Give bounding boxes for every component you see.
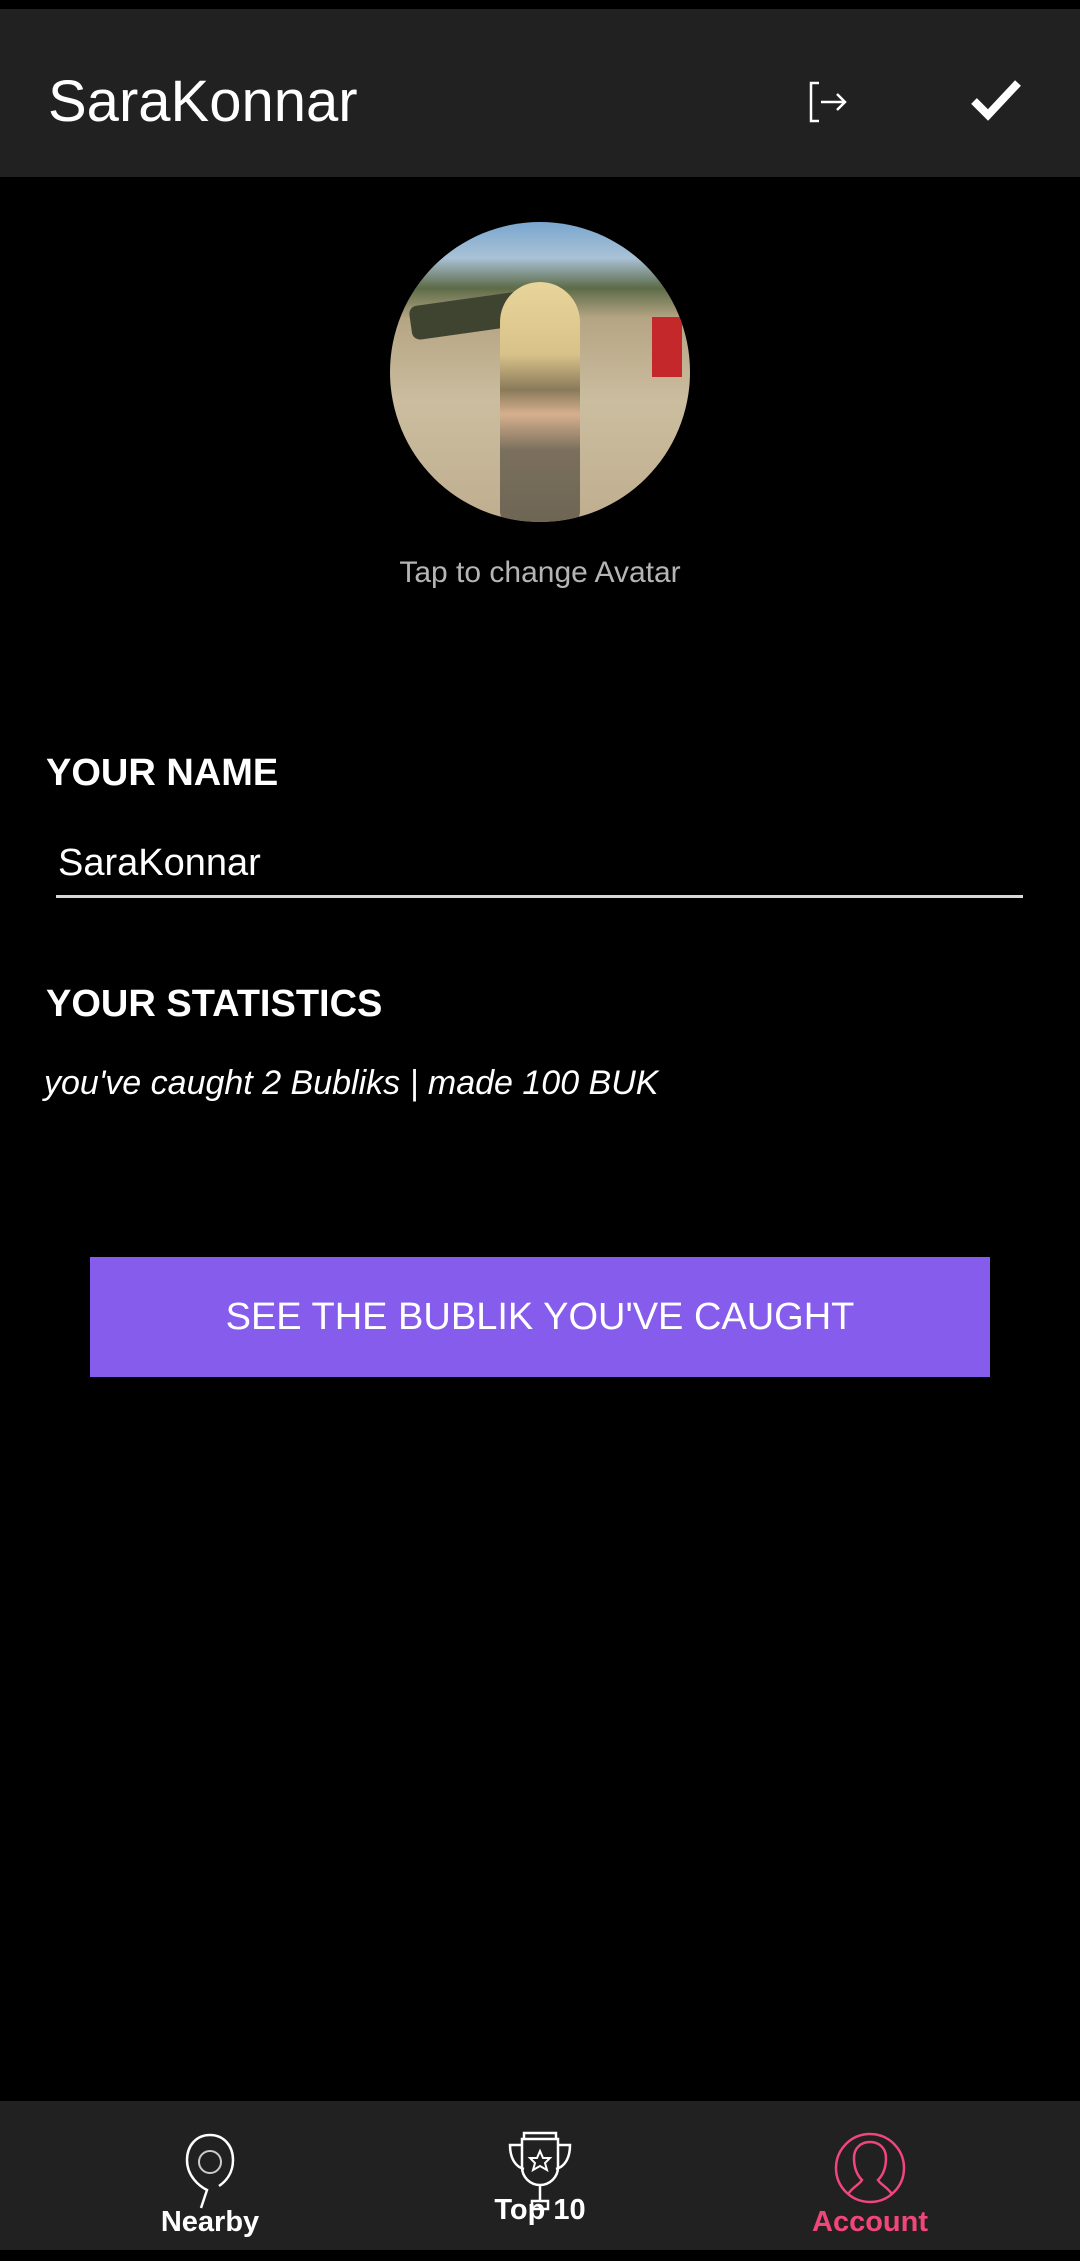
bottom-nav: Nearby Top 10 Account bbox=[0, 2101, 1080, 2250]
app-header: SaraKonnar bbox=[0, 9, 1080, 177]
tab-account[interactable]: Account bbox=[770, 2101, 970, 2250]
map-pin-icon bbox=[185, 2133, 235, 2209]
logout-icon[interactable] bbox=[805, 79, 851, 125]
name-input[interactable]: SaraKonnar bbox=[56, 838, 1023, 898]
tab-account-label: Account bbox=[812, 2206, 928, 2238]
page-title: SaraKonnar bbox=[48, 69, 358, 134]
tab-top10-label: Top 10 bbox=[494, 2194, 586, 2226]
user-icon bbox=[834, 2132, 906, 2204]
check-icon[interactable] bbox=[970, 77, 1022, 123]
tab-top10[interactable]: Top 10 bbox=[440, 2101, 640, 2250]
name-label: YOUR NAME bbox=[46, 752, 279, 794]
change-avatar-hint[interactable]: Tap to change Avatar bbox=[0, 556, 1080, 590]
tab-nearby-label: Nearby bbox=[160, 2206, 260, 2238]
statistics-text: you've caught 2 Bubliks | made 100 BUK bbox=[44, 1064, 659, 1102]
tab-nearby[interactable]: Nearby bbox=[110, 2101, 310, 2250]
statistics-label: YOUR STATISTICS bbox=[46, 983, 383, 1025]
avatar[interactable] bbox=[390, 222, 690, 522]
see-caught-bublik-button[interactable]: SEE THE BUBLIK YOU'VE CAUGHT bbox=[90, 1257, 990, 1377]
